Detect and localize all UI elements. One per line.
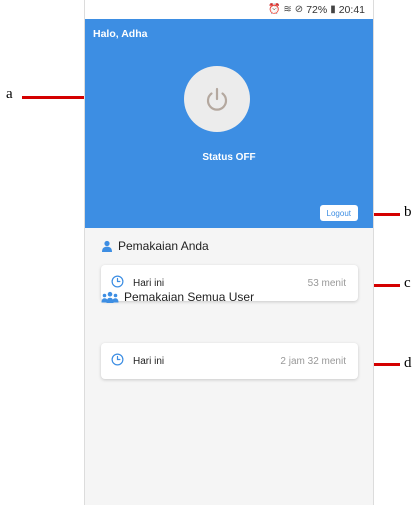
- section-title-all-users: Pemakaian Semua User: [101, 290, 254, 304]
- annotation-label-c: c: [404, 275, 411, 291]
- user-icon: [102, 240, 112, 252]
- status-bar: ⏰ ≋ ⊘ 72% ▮ 20:41: [85, 0, 373, 19]
- do-not-disturb-icon: ⊘: [294, 4, 304, 15]
- clock-time: 20:41: [338, 3, 365, 16]
- section-title-personal: Pemakaian Anda: [101, 239, 209, 253]
- alarm-icon: ⏰: [267, 4, 281, 15]
- usage-card-all-users[interactable]: Hari ini 2 jam 32 menit: [101, 343, 358, 379]
- logout-button[interactable]: Logout: [319, 205, 358, 221]
- users-group-icon: [101, 291, 119, 303]
- vibrate-icon: ≋: [283, 4, 292, 15]
- power-icon: [206, 87, 228, 111]
- annotation-label-d: d: [404, 355, 412, 371]
- clock-icon: [111, 353, 127, 369]
- usage-period-label: Hari ini: [133, 277, 165, 289]
- clock-icon: [111, 275, 127, 291]
- section-title-label: Pemakaian Anda: [118, 239, 209, 253]
- usage-duration-value: 2 jam 32 menit: [280, 355, 346, 367]
- power-status-text: Status OFF: [202, 152, 256, 163]
- battery-icon: ▮: [330, 4, 336, 15]
- greeting-text: Halo, Adha: [93, 28, 148, 40]
- annotation-label-a: a: [6, 86, 13, 102]
- usage-duration-value: 53 menit: [307, 277, 346, 289]
- battery-percent: 72%: [306, 3, 328, 16]
- header-panel: Halo, Adha Status OFF Logout: [85, 19, 373, 228]
- section-title-label: Pemakaian Semua User: [124, 290, 255, 304]
- power-button[interactable]: [184, 66, 250, 132]
- annotation-label-b: b: [404, 204, 412, 220]
- phone-screen: ⏰ ≋ ⊘ 72% ▮ 20:41 Halo, Adha Status OFF …: [84, 0, 374, 505]
- usage-period-label: Hari ini: [133, 355, 165, 367]
